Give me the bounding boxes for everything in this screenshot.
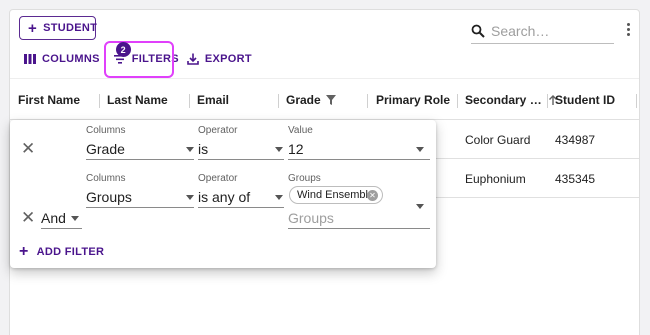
dropdown-arrow-icon[interactable] — [416, 147, 424, 152]
column-separator[interactable] — [457, 94, 458, 108]
groups-field-label: Groups — [288, 173, 321, 184]
columns-field-label: Columns — [86, 173, 126, 184]
col-header-last-name[interactable]: Last Name — [107, 79, 168, 121]
toolbar-top: + STUDENT Search… — [19, 16, 639, 44]
add-filter-label: ADD FILTER — [36, 246, 105, 258]
dropdown-arrow-icon[interactable] — [275, 195, 283, 200]
field-underline — [288, 228, 430, 229]
field-underline — [198, 159, 284, 160]
dropdown-arrow-icon[interactable] — [416, 204, 424, 209]
selected-group-chip[interactable]: Wind Ensemble ✕ — [289, 186, 383, 204]
remove-filter-icon[interactable]: ✕ — [21, 209, 35, 226]
col-header-student-id[interactable]: Student ID — [555, 79, 615, 121]
add-student-label: STUDENT — [43, 22, 98, 34]
field-underline — [198, 207, 284, 208]
column-separator[interactable] — [278, 94, 279, 108]
remove-filter-icon[interactable]: ✕ — [21, 140, 35, 157]
column-separator[interactable] — [367, 94, 368, 108]
search-icon — [471, 24, 485, 38]
cell-secondary-role: Color Guard — [465, 132, 531, 147]
filter-panel: ✕ Columns Grade Operator is Value 12 ✕ A… — [10, 120, 436, 268]
groups-input-placeholder[interactable]: Groups — [288, 210, 334, 226]
field-underline — [41, 228, 82, 229]
chip-label: Wind Ensemble — [297, 189, 375, 201]
col-header-first-name[interactable]: First Name — [18, 79, 80, 121]
filters-button[interactable]: 2 FILTERS — [103, 41, 179, 78]
search-field[interactable]: Search… — [471, 18, 614, 44]
chip-remove-icon[interactable]: ✕ — [367, 190, 378, 201]
filter-value-select[interactable]: 12 — [288, 141, 304, 157]
column-separator[interactable] — [547, 94, 548, 108]
column-separator[interactable] — [636, 94, 637, 108]
logic-operator-select[interactable]: And — [41, 210, 66, 226]
operator-field-label: Operator — [198, 125, 238, 136]
filter-column-select[interactable]: Grade — [86, 141, 125, 157]
dropdown-arrow-icon[interactable] — [186, 147, 194, 152]
cell-student-id: 434987 — [555, 132, 596, 147]
filter-icon[interactable] — [325, 95, 336, 105]
field-underline — [288, 159, 430, 160]
secondary-role-header-label: Secondary … — [465, 93, 542, 107]
filter-column-select[interactable]: Groups — [86, 189, 132, 205]
cell-student-id: 435345 — [555, 171, 596, 186]
value-field-label: Value — [288, 125, 313, 136]
column-headers: First Name Last Name Email Grade Primary… — [10, 78, 639, 120]
columns-icon — [24, 54, 36, 64]
search-placeholder: Search… — [491, 22, 550, 39]
grade-header-label: Grade — [286, 93, 321, 107]
dropdown-arrow-icon[interactable] — [275, 147, 283, 152]
col-header-grade[interactable]: Grade — [286, 79, 336, 121]
filters-count-badge: 2 — [115, 42, 131, 57]
toolbar-actions: COLUMNS 2 FILTERS EXPORT — [24, 41, 252, 78]
filter-operator-select[interactable]: is — [198, 141, 208, 157]
plus-icon: + — [19, 243, 29, 260]
filter-operator-select[interactable]: is any of — [198, 189, 250, 205]
add-student-button[interactable]: + STUDENT — [19, 16, 98, 40]
field-underline — [86, 207, 194, 208]
columns-button[interactable]: COLUMNS — [24, 53, 100, 65]
more-options-icon[interactable] — [622, 22, 634, 38]
col-header-email[interactable]: Email — [197, 79, 229, 121]
col-header-secondary-role[interactable]: Secondary … — [465, 79, 558, 121]
export-label: EXPORT — [204, 53, 252, 65]
field-underline — [86, 159, 194, 160]
plus-icon: + — [28, 19, 38, 37]
download-icon — [187, 53, 199, 65]
columns-label: COLUMNS — [42, 53, 100, 65]
col-header-primary-role[interactable]: Primary Role — [376, 79, 450, 121]
dropdown-arrow-icon[interactable] — [186, 195, 194, 200]
cell-secondary-role: Euphonium — [465, 171, 526, 186]
column-separator[interactable] — [189, 94, 190, 108]
dropdown-arrow-icon[interactable] — [71, 216, 79, 221]
columns-field-label: Columns — [86, 125, 126, 136]
add-filter-button[interactable]: + ADD FILTER — [19, 244, 104, 260]
export-button[interactable]: EXPORT — [187, 53, 252, 65]
operator-field-label: Operator — [198, 173, 238, 184]
column-separator[interactable] — [99, 94, 100, 108]
